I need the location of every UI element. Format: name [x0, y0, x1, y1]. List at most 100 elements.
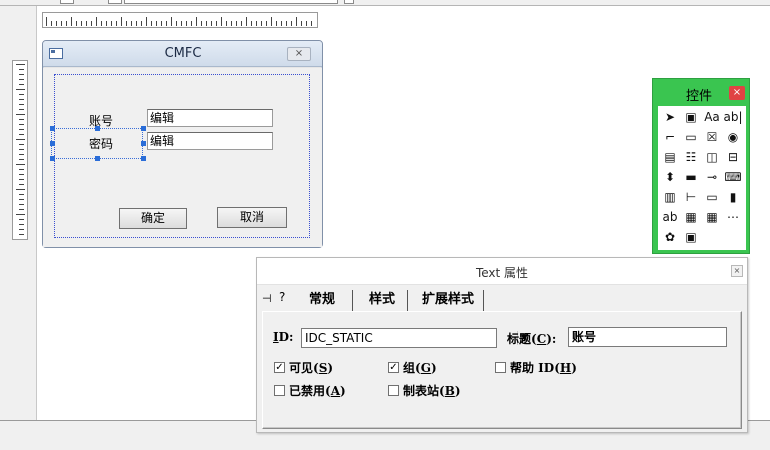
static-text-tool[interactable]: Aa [702, 108, 722, 126]
ruler-tick [96, 17, 97, 26]
pin-icon[interactable]: ⊣ [262, 292, 272, 305]
properties-titlebar[interactable]: Text 属性 × [257, 258, 747, 285]
ruler-tick [19, 229, 24, 230]
date-time-tool[interactable]: ▦ [681, 208, 701, 226]
resize-handle[interactable] [141, 141, 146, 146]
ruler-tick [16, 114, 25, 115]
resize-handle[interactable] [50, 126, 55, 131]
button-tool[interactable]: ▭ [681, 128, 701, 146]
month-calendar-tool[interactable]: ▦ [702, 208, 722, 226]
ruler-tick [221, 17, 222, 26]
resize-handle[interactable] [141, 156, 146, 161]
ok-button[interactable]: 确定 [119, 208, 187, 229]
edit-box-tool[interactable]: ab| [723, 108, 743, 126]
tab-general[interactable]: 常规 [297, 288, 347, 312]
extended-combo-tool[interactable]: ▣ [681, 228, 701, 246]
properties-window[interactable]: Text 属性 × ⊣ ? 常规 样式 扩展样式 ID: IDC_STATIC … [256, 257, 748, 433]
toolbox-close-button[interactable]: × [729, 86, 745, 100]
ruler-tick [16, 189, 25, 190]
ruler-tick [51, 21, 52, 26]
ruler-tick [19, 209, 24, 210]
visible-checkbox[interactable]: ✓ [274, 362, 285, 373]
controls-toolbox[interactable]: 控件 × ➤ ▣ Aa ab| ⌐ ▭ ☒ ◉ ▤ ☷ ◫ ⊟ ⬍ ▬ ⊸ ⌨ ▥ ⊢ ▭ ▮ ab ▦ ▦ ⋯ ✿ ▣ [652, 78, 750, 254]
ruler-tick [19, 129, 24, 130]
vertical-scrollbar-tool[interactable]: ⊟ [723, 148, 743, 166]
tabstop-checkbox[interactable] [388, 385, 399, 396]
group-checkbox[interactable]: ✓ [388, 362, 399, 373]
resize-handle[interactable] [50, 156, 55, 161]
tab-style[interactable]: 样式 [357, 288, 407, 312]
resize-handle[interactable] [95, 156, 100, 161]
ruler-tick [126, 21, 127, 26]
ruler-tick [281, 21, 282, 26]
ruler-tick [19, 84, 24, 85]
dialog-title: CMFC [164, 46, 202, 61]
account-edit[interactable]: 编辑 [147, 109, 273, 127]
toolbar-button-fragment[interactable] [344, 0, 354, 4]
combo-box-tool[interactable]: ▤ [660, 148, 680, 166]
dialog-client-area[interactable]: 账号 密码 编辑 编辑 确定 取消 [43, 68, 322, 247]
ruler-tick [186, 21, 187, 26]
ruler-tick [19, 119, 24, 120]
toolbar-combo-fragment[interactable] [124, 0, 338, 4]
group-box-tool[interactable]: ⌐ [660, 128, 680, 146]
dialog-titlebar[interactable]: CMFC ⨯ [43, 41, 322, 67]
tab-extended-style[interactable]: 扩展样式 [413, 288, 483, 312]
toolbar-button-fragment[interactable] [60, 0, 74, 4]
resize-handle[interactable] [50, 141, 55, 146]
ip-address-tool[interactable]: ⋯ [723, 208, 743, 226]
check-box-tool[interactable]: ☒ [702, 128, 722, 146]
picture-tool[interactable]: ▣ [681, 108, 701, 126]
ruler-tick [176, 21, 177, 26]
ruler-tick [19, 219, 24, 220]
account-label[interactable]: 账号 [89, 112, 113, 129]
ruler-tick [136, 21, 137, 26]
progress-tool[interactable]: ▬ [681, 168, 701, 186]
id-combobox[interactable]: IDC_STATIC ▼ [301, 328, 528, 348]
horizontal-scrollbar-tool[interactable]: ◫ [702, 148, 722, 166]
password-edit[interactable]: 编辑 [147, 132, 273, 150]
ruler-tick [146, 17, 147, 26]
ruler-tick [256, 21, 257, 26]
help-id-checkbox[interactable] [495, 362, 506, 373]
tab-control-tool[interactable]: ▭ [702, 188, 722, 206]
ruler-tick [296, 17, 297, 26]
vertical-ruler [12, 60, 28, 240]
list-control-tool[interactable]: ▥ [660, 188, 680, 206]
caption-input[interactable]: 账号 [568, 327, 727, 347]
custom-control-tool[interactable]: ✿ [660, 228, 680, 246]
dialog-close-button[interactable]: ⨯ [287, 47, 311, 61]
ruler-tick [19, 69, 24, 70]
properties-title: Text 属性 [475, 266, 529, 280]
ruler-tick [241, 21, 242, 26]
ruler-tick [66, 21, 67, 26]
radio-button-tool[interactable]: ◉ [723, 128, 743, 146]
ruler-tick [211, 21, 212, 26]
slider-tool[interactable]: ⊸ [702, 168, 722, 186]
disabled-label: 已禁用(A) [289, 384, 346, 398]
ruler-tick [171, 17, 172, 26]
password-label[interactable]: 密码 [89, 135, 113, 152]
resize-handle[interactable] [141, 126, 146, 131]
ruler-tick [19, 104, 24, 105]
hotkey-tool[interactable]: ⌨ [723, 168, 743, 186]
ruler-tick [71, 17, 72, 26]
ruler-tick [181, 21, 182, 26]
help-icon[interactable]: ? [279, 290, 285, 304]
tree-control-tool[interactable]: ⊢ [681, 188, 701, 206]
rich-edit-tool[interactable]: ab [660, 208, 680, 226]
spin-tool[interactable]: ⬍ [660, 168, 680, 186]
disabled-checkbox[interactable] [274, 385, 285, 396]
toolbar-button-fragment[interactable] [108, 0, 122, 4]
design-dialog[interactable]: CMFC ⨯ 账号 密码 编辑 编辑 确定 取消 [42, 40, 323, 248]
animation-tool[interactable]: ▮ [723, 188, 743, 206]
ruler-tick [301, 21, 302, 26]
caption-label: 标题(C): [507, 332, 557, 346]
ruler-tick [121, 17, 122, 26]
general-tab-panel: ID: IDC_STATIC ▼ 标题(C): 账号 ✓ 可见(S) ✓ 组(G… [262, 311, 742, 429]
toolbox-title: 控件 [686, 89, 713, 104]
properties-close-button[interactable]: × [731, 265, 743, 277]
pointer-tool[interactable]: ➤ [660, 108, 680, 126]
cancel-button[interactable]: 取消 [217, 207, 287, 228]
list-box-tool[interactable]: ☷ [681, 148, 701, 166]
